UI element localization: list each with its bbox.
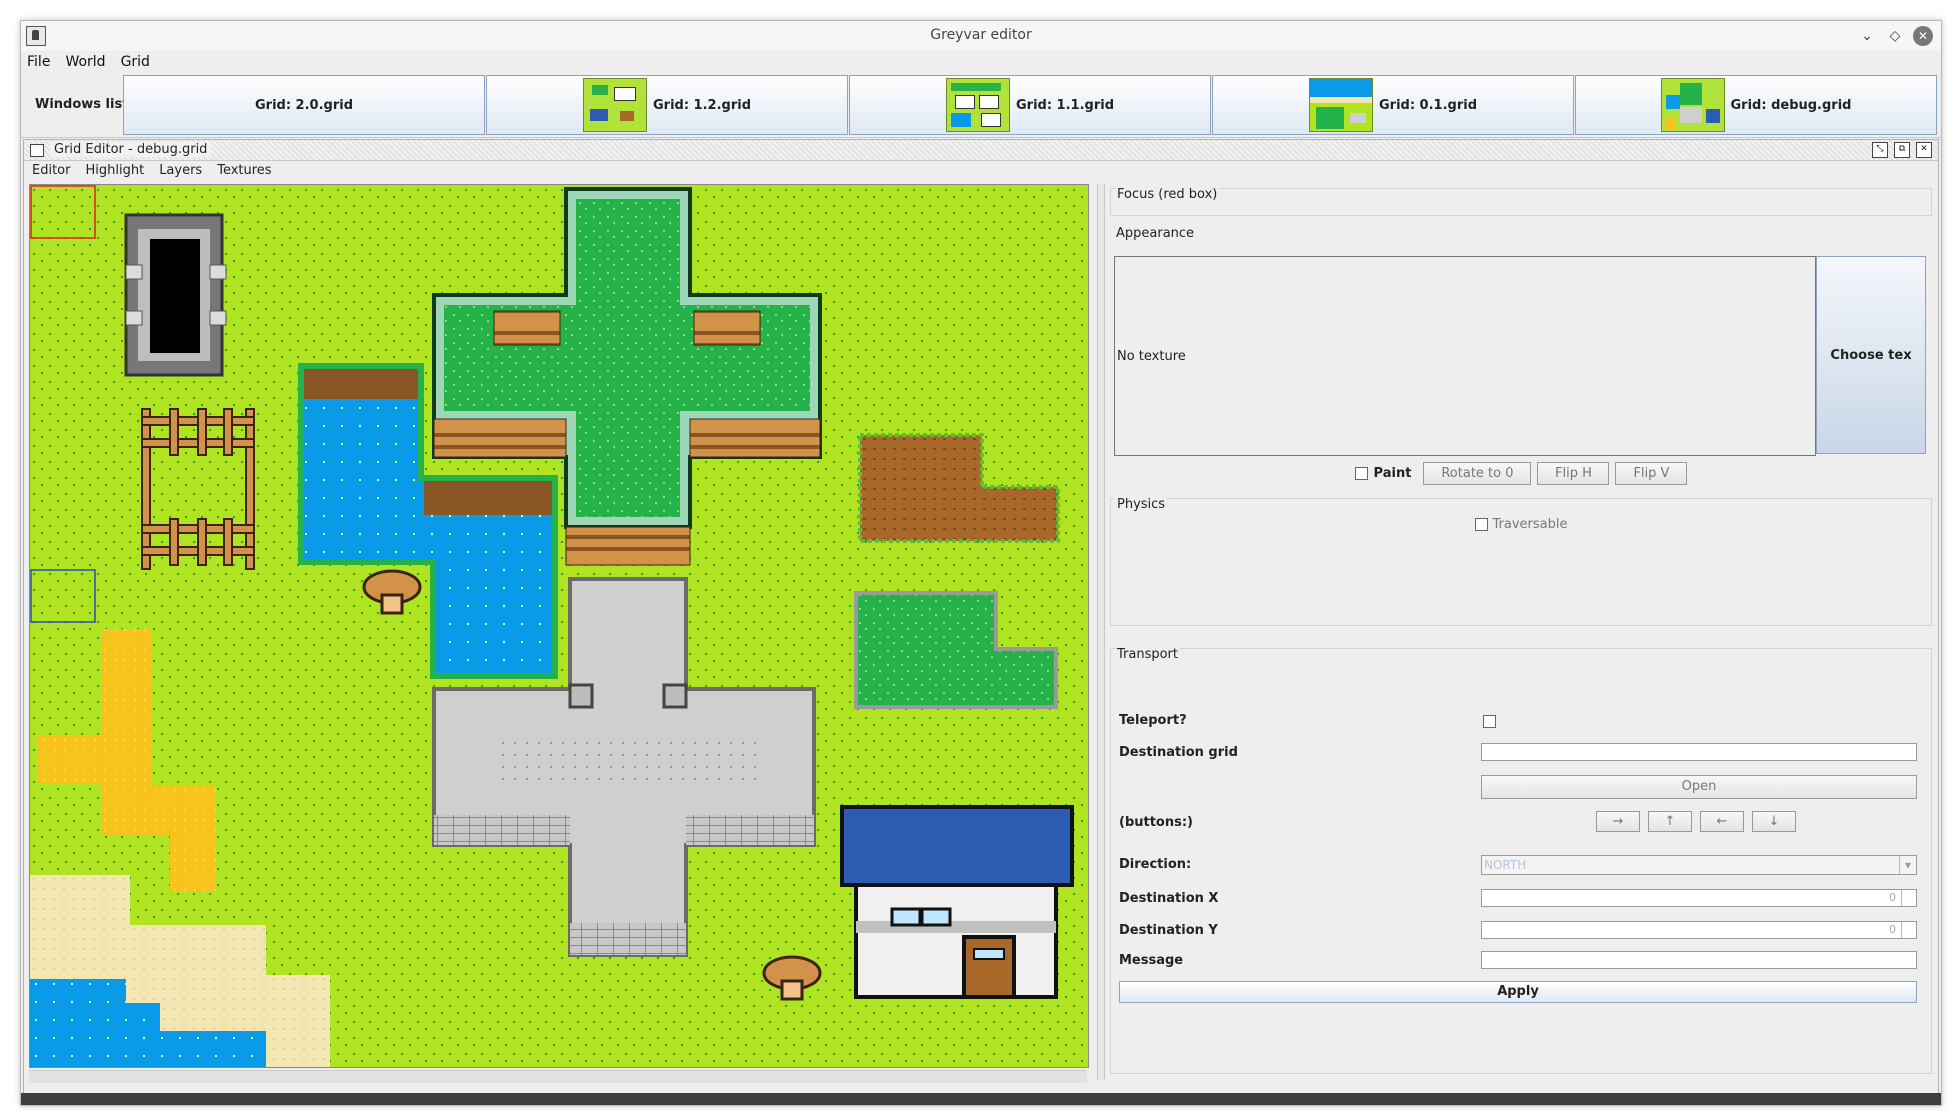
properties-panel: Focus (red box) Appearance No texture Ch…: [1110, 184, 1932, 1082]
menu-grid[interactable]: Grid: [115, 51, 159, 73]
grid-editor-titlebar[interactable]: Grid Editor - debug.grid ⤡ ⧉ ✕: [24, 140, 1938, 161]
destination-grid-label: Destination grid: [1119, 745, 1238, 760]
windows-list-bar: Windows list Grid: 2.0.grid Grid: 1.2.gr…: [21, 73, 1941, 138]
minimize-icon[interactable]: ⌄: [1857, 26, 1877, 46]
traversable-label: Traversable: [1492, 517, 1568, 532]
window-tab-grid-0-1[interactable]: Grid: 0.1.grid: [1212, 75, 1574, 135]
menu-file[interactable]: File: [21, 51, 59, 73]
physics-title: Physics: [1115, 497, 1168, 512]
grid-map[interactable]: [30, 185, 1088, 1067]
transport-title: Transport: [1115, 647, 1181, 662]
message-label: Message: [1119, 953, 1184, 968]
menu-highlight[interactable]: Highlight: [77, 161, 151, 181]
arrow-buttons: → ↑ ← ↓: [1596, 811, 1796, 832]
close-icon[interactable]: ✕: [1913, 26, 1933, 46]
buttons-label: (buttons:): [1119, 815, 1193, 830]
arrow-up-button[interactable]: ↑: [1648, 811, 1692, 832]
horizontal-scrollbar[interactable]: [29, 1070, 1087, 1083]
frame-controls: ⤡ ⧉ ✕: [1872, 142, 1932, 158]
close-frame-icon[interactable]: ✕: [1916, 142, 1932, 158]
window-tab-grid-2-0[interactable]: Grid: 2.0.grid: [123, 75, 485, 135]
traversable-row: Traversable: [1111, 517, 1931, 532]
menu-world[interactable]: World: [59, 51, 114, 73]
teleport-label: Teleport?: [1119, 713, 1187, 728]
chevron-down-icon[interactable]: ▾: [1899, 856, 1916, 874]
window-tab-label: Grid: 1.1.grid: [1015, 97, 1114, 113]
app-window: Greyvar editor ⌄ ◇ ✕ File World Grid Win…: [20, 20, 1942, 1106]
grid-thumbnail: [945, 78, 1010, 132]
window-tab-label: Grid: 2.0.grid: [254, 97, 353, 113]
message-field[interactable]: [1481, 951, 1917, 969]
arrow-right-button[interactable]: →: [1596, 811, 1640, 832]
iconify-icon[interactable]: ⤡: [1872, 142, 1888, 158]
destination-grid-field[interactable]: [1481, 743, 1917, 761]
grid-thumbnail: [582, 78, 647, 132]
window-tab-grid-debug[interactable]: Grid: debug.grid: [1575, 75, 1937, 135]
window-tab-label: Grid: 1.2.grid: [652, 97, 751, 113]
spinner-arrows-icon[interactable]: [1901, 922, 1916, 938]
apply-button[interactable]: Apply: [1119, 981, 1917, 1003]
house: [840, 805, 1074, 999]
status-strip: [21, 1093, 1941, 1105]
grid-editor-menubar: Editor Highlight Layers Textures: [24, 161, 1938, 181]
grid-editor-title: Grid Editor - debug.grid: [50, 142, 212, 157]
destination-y-spinner[interactable]: 0: [1481, 921, 1917, 939]
frame-icon: [30, 144, 44, 157]
grid-thumbnail: [1308, 78, 1373, 132]
windows-list-label: Windows list: [35, 97, 129, 112]
traversable-checkbox[interactable]: [1474, 518, 1488, 531]
no-texture-label: No texture: [1117, 349, 1186, 364]
destination-y-value: 0: [1889, 923, 1896, 936]
appearance-controls: Paint Rotate to 0 Flip H Flip V: [1110, 462, 1932, 485]
focus-title: Focus (red box): [1115, 187, 1220, 202]
arrow-down-button[interactable]: ↓: [1752, 811, 1796, 832]
choose-texture-button[interactable]: Choose tex: [1816, 256, 1926, 454]
destination-y-label: Destination Y: [1119, 923, 1218, 938]
main-menubar: File World Grid: [21, 51, 1941, 73]
grid-editor-frame: Grid Editor - debug.grid ⤡ ⧉ ✕ Editor Hi…: [23, 139, 1939, 1103]
rotate-button[interactable]: Rotate to 0: [1423, 462, 1532, 485]
menu-layers[interactable]: Layers: [151, 161, 209, 181]
teleport-checkbox[interactable]: [1483, 715, 1496, 728]
appearance-content: No texture Choose tex Paint Rotate to 0 …: [1110, 244, 1932, 514]
menu-editor[interactable]: Editor: [24, 161, 77, 181]
spinner-arrows-icon[interactable]: [1901, 890, 1916, 906]
destination-x-spinner[interactable]: 0: [1481, 889, 1917, 907]
arrow-left-button[interactable]: ←: [1700, 811, 1744, 832]
flip-h-button[interactable]: Flip H: [1537, 462, 1610, 485]
stone-well: [124, 213, 227, 377]
window-tab-grid-1-1[interactable]: Grid: 1.1.grid: [849, 75, 1211, 135]
destination-x-label: Destination X: [1119, 891, 1219, 906]
physics-section: Physics Traversable: [1110, 497, 1932, 626]
direction-select[interactable]: NORTH ▾: [1481, 855, 1917, 875]
window-title: Greyvar editor: [930, 27, 1032, 43]
texture-preview: No texture: [1114, 256, 1816, 456]
maximize-icon[interactable]: ◇: [1885, 26, 1905, 46]
menu-textures[interactable]: Textures: [209, 161, 278, 181]
direction-label: Direction:: [1119, 857, 1192, 872]
split-pane-divider[interactable]: [1097, 184, 1105, 1080]
transport-section: Transport Teleport? Destination grid Ope…: [1110, 647, 1932, 1074]
window-tab-grid-1-2[interactable]: Grid: 1.2.grid: [486, 75, 848, 135]
title-bar[interactable]: Greyvar editor ⌄ ◇ ✕: [21, 21, 1941, 52]
window-tab-label: Grid: 0.1.grid: [1378, 97, 1477, 113]
destination-x-value: 0: [1889, 891, 1896, 904]
window-tab-label: Grid: debug.grid: [1730, 97, 1852, 113]
window-controls: ⌄ ◇ ✕: [1857, 26, 1933, 46]
direction-value: NORTH: [1484, 858, 1527, 872]
grid-thumbnail: [1660, 78, 1725, 132]
appearance-title: Appearance: [1114, 226, 1197, 241]
maximize-frame-icon[interactable]: ⧉: [1894, 142, 1910, 158]
paint-checkbox[interactable]: [1354, 467, 1368, 480]
grid-canvas[interactable]: [29, 184, 1089, 1068]
open-button[interactable]: Open: [1481, 775, 1917, 799]
flip-v-button[interactable]: Flip V: [1615, 462, 1688, 485]
focus-section: Focus (red box): [1110, 187, 1932, 216]
paint-label: Paint: [1373, 466, 1412, 481]
